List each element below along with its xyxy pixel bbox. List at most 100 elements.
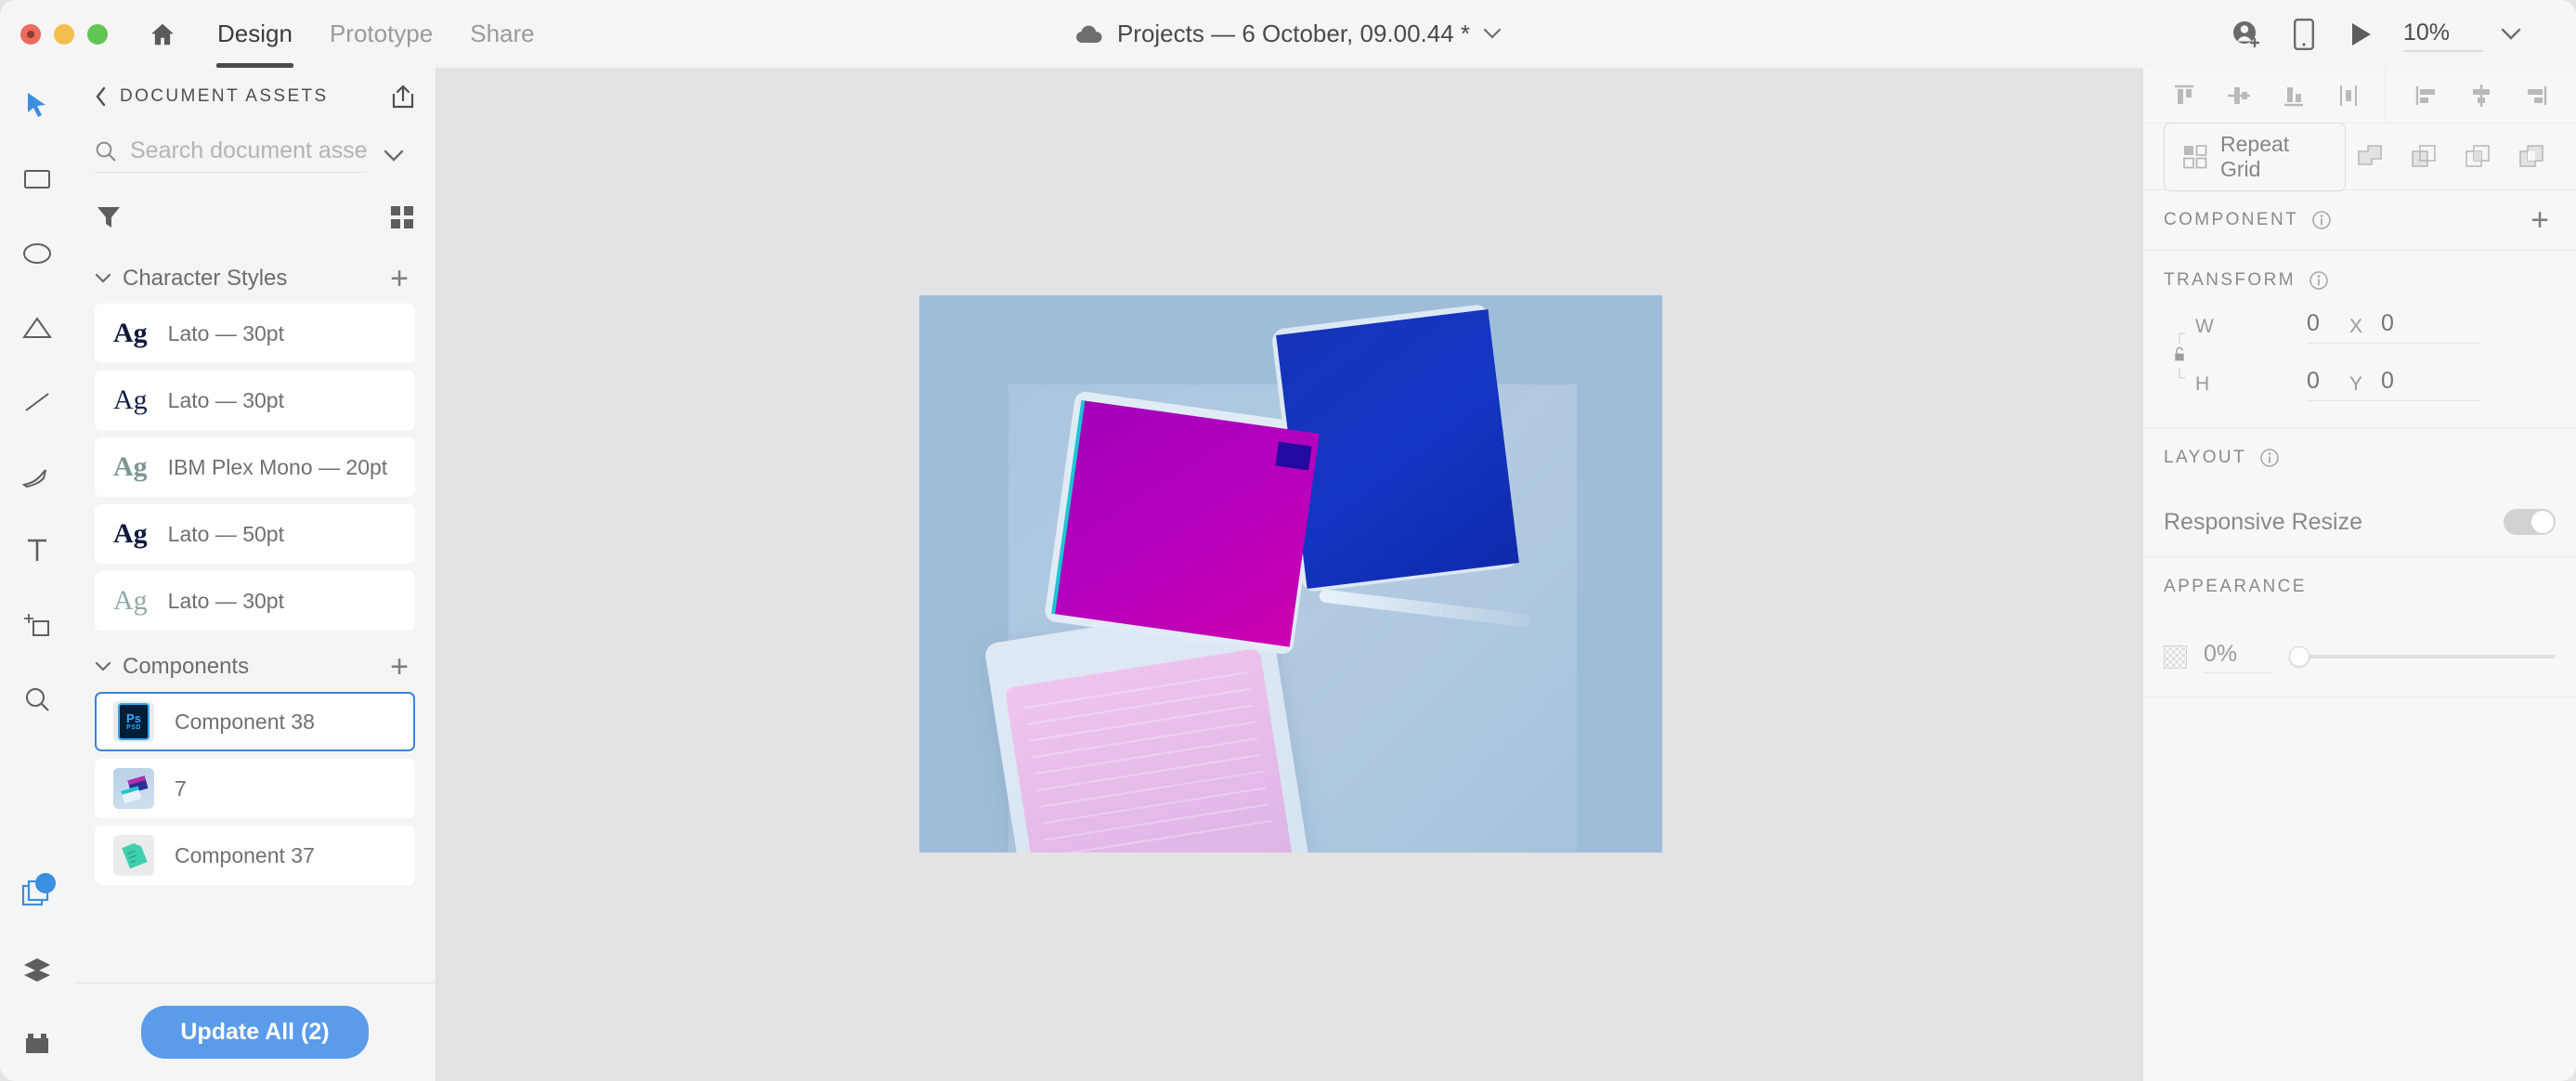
list-item-label: Component 37 bbox=[175, 843, 315, 868]
pen-tool[interactable] bbox=[0, 439, 74, 514]
laptop-screen-shape[interactable] bbox=[1054, 400, 1320, 646]
list-item[interactable]: Ag Lato — 30pt bbox=[95, 304, 415, 363]
library-icon[interactable] bbox=[0, 858, 74, 932]
layout-section-header: LAYOUT bbox=[2164, 428, 2556, 488]
align-center-icon[interactable] bbox=[2453, 69, 2508, 123]
add-component-button[interactable]: + bbox=[384, 651, 415, 683]
opacity-value[interactable]: 0% bbox=[2204, 641, 2272, 673]
responsive-resize-label: Responsive Resize bbox=[2164, 509, 2362, 536]
play-icon[interactable] bbox=[2333, 7, 2390, 61]
align-left-icon[interactable] bbox=[2399, 69, 2453, 123]
home-icon[interactable] bbox=[143, 15, 182, 54]
grid-view-icon[interactable] bbox=[389, 204, 415, 230]
layers-icon[interactable] bbox=[0, 932, 74, 1007]
list-item[interactable]: Ag Lato — 30pt bbox=[95, 371, 415, 430]
width-label: W bbox=[2195, 316, 2307, 338]
unlocked-aspect-ratio-icon[interactable] bbox=[2164, 321, 2195, 390]
x-input[interactable] bbox=[2381, 310, 2481, 344]
chevron-down-icon[interactable] bbox=[2483, 16, 2539, 53]
list-item[interactable]: Ag Lato — 50pt bbox=[95, 504, 415, 564]
search-icon bbox=[95, 140, 117, 163]
assets-scroll-area[interactable]: Character Styles + Ag Lato — 30pt Ag Lat… bbox=[74, 250, 436, 983]
invite-user-icon[interactable] bbox=[2218, 7, 2275, 61]
distribute-horizontal-icon[interactable] bbox=[2321, 69, 2375, 123]
align-right-icon[interactable] bbox=[2508, 69, 2563, 123]
line-tool[interactable] bbox=[0, 365, 74, 439]
tab-share[interactable]: Share bbox=[451, 0, 553, 68]
appearance-section-header: APPEARANCE bbox=[2164, 557, 2556, 617]
window-controls bbox=[20, 24, 108, 45]
assets-back-button[interactable]: DOCUMENT ASSETS bbox=[95, 86, 329, 107]
overlap-blend-shape bbox=[1275, 442, 1311, 471]
group-title-components: Components bbox=[123, 654, 249, 680]
artboard-tool[interactable] bbox=[0, 588, 74, 662]
list-item[interactable]: PsPSD Component 38 bbox=[95, 692, 415, 751]
y-input[interactable] bbox=[2381, 368, 2481, 401]
assets-search-row bbox=[74, 125, 436, 185]
add-character-style-button[interactable]: + bbox=[384, 263, 415, 294]
search-box bbox=[95, 137, 367, 173]
responsive-resize-toggle[interactable] bbox=[2504, 509, 2556, 535]
align-bottom-icon[interactable] bbox=[2266, 69, 2321, 123]
group-header-components: Components + bbox=[74, 638, 436, 692]
section-title: COMPONENT bbox=[2164, 210, 2298, 230]
boolean-exclude-icon[interactable] bbox=[2507, 134, 2556, 180]
group-title-character-styles: Character Styles bbox=[123, 266, 287, 292]
repeat-grid-label: Repeat Grid bbox=[2220, 132, 2326, 182]
zoom-tool[interactable] bbox=[0, 662, 74, 736]
export-icon[interactable] bbox=[391, 84, 415, 110]
minimize-window-button[interactable] bbox=[54, 24, 74, 45]
distribute-vertical-icon[interactable] bbox=[2563, 69, 2576, 123]
list-item[interactable]: Ag Lato — 30pt bbox=[95, 571, 415, 631]
y-label: Y bbox=[2349, 373, 2381, 396]
filter-icon[interactable] bbox=[95, 203, 123, 231]
boolean-intersect-icon[interactable] bbox=[2453, 134, 2502, 180]
zoom-level-value[interactable]: 10% bbox=[2403, 20, 2483, 52]
titlebar-actions: 10% bbox=[2218, 0, 2539, 68]
section-title: LAYOUT bbox=[2164, 448, 2246, 468]
plugin-icon[interactable] bbox=[0, 1007, 74, 1081]
title-bar: Design Prototype Share Projects — 6 Octo… bbox=[0, 0, 2576, 68]
triangle-tool[interactable] bbox=[0, 291, 74, 365]
rectangle-tool[interactable] bbox=[0, 142, 74, 216]
chevron-down-icon[interactable] bbox=[372, 149, 415, 163]
list-item[interactable]: 7 bbox=[95, 759, 415, 818]
select-tool[interactable] bbox=[0, 68, 74, 142]
boolean-subtract-icon[interactable] bbox=[2400, 134, 2448, 180]
tab-design[interactable]: Design bbox=[199, 0, 311, 68]
update-all-button[interactable]: Update All (2) bbox=[141, 1006, 368, 1059]
document-title-menu[interactable]: Projects — 6 October, 09.00.44 * bbox=[1074, 0, 1502, 68]
search-input[interactable] bbox=[130, 137, 367, 164]
canvas-area[interactable] bbox=[437, 68, 2142, 1081]
chevron-down-icon[interactable] bbox=[1483, 28, 1502, 40]
collapse-character-styles[interactable]: Character Styles bbox=[95, 266, 287, 292]
align-middle-icon[interactable] bbox=[2211, 69, 2266, 123]
ellipse-tool[interactable] bbox=[0, 216, 74, 291]
transform-section: TRANSFORM W bbox=[2143, 251, 2576, 428]
list-item[interactable]: Ag IBM Plex Mono — 20pt bbox=[95, 437, 415, 497]
list-item-label: 7 bbox=[175, 776, 187, 801]
title-bar-cap bbox=[2548, 0, 2576, 68]
mobile-preview-icon[interactable] bbox=[2275, 7, 2333, 61]
add-component-state-button[interactable]: + bbox=[2524, 204, 2556, 236]
close-window-button[interactable] bbox=[20, 24, 41, 45]
align-top-icon[interactable] bbox=[2156, 69, 2211, 123]
tab-prototype[interactable]: Prototype bbox=[311, 0, 451, 68]
repeat-grid-icon bbox=[2183, 145, 2207, 169]
opacity-slider[interactable] bbox=[2289, 646, 2556, 667]
maximize-window-button[interactable] bbox=[87, 24, 108, 45]
assets-update-badge bbox=[35, 873, 56, 893]
boolean-add-icon[interactable] bbox=[2346, 134, 2394, 180]
info-icon[interactable] bbox=[2309, 270, 2329, 291]
info-icon[interactable] bbox=[2259, 448, 2280, 468]
info-icon[interactable] bbox=[2311, 210, 2332, 230]
align-vertical-group bbox=[2143, 68, 2386, 124]
layout-section: LAYOUT Responsive Resize bbox=[2143, 428, 2576, 557]
collapse-components[interactable]: Components bbox=[95, 654, 249, 680]
artboard[interactable] bbox=[919, 295, 1662, 853]
list-item-label: IBM Plex Mono — 20pt bbox=[168, 455, 388, 480]
list-item[interactable]: Component 37 bbox=[95, 826, 415, 885]
text-tool[interactable] bbox=[0, 514, 74, 588]
opacity-slider-knob[interactable] bbox=[2289, 646, 2309, 667]
repeat-grid-button[interactable]: Repeat Grid bbox=[2164, 123, 2346, 191]
